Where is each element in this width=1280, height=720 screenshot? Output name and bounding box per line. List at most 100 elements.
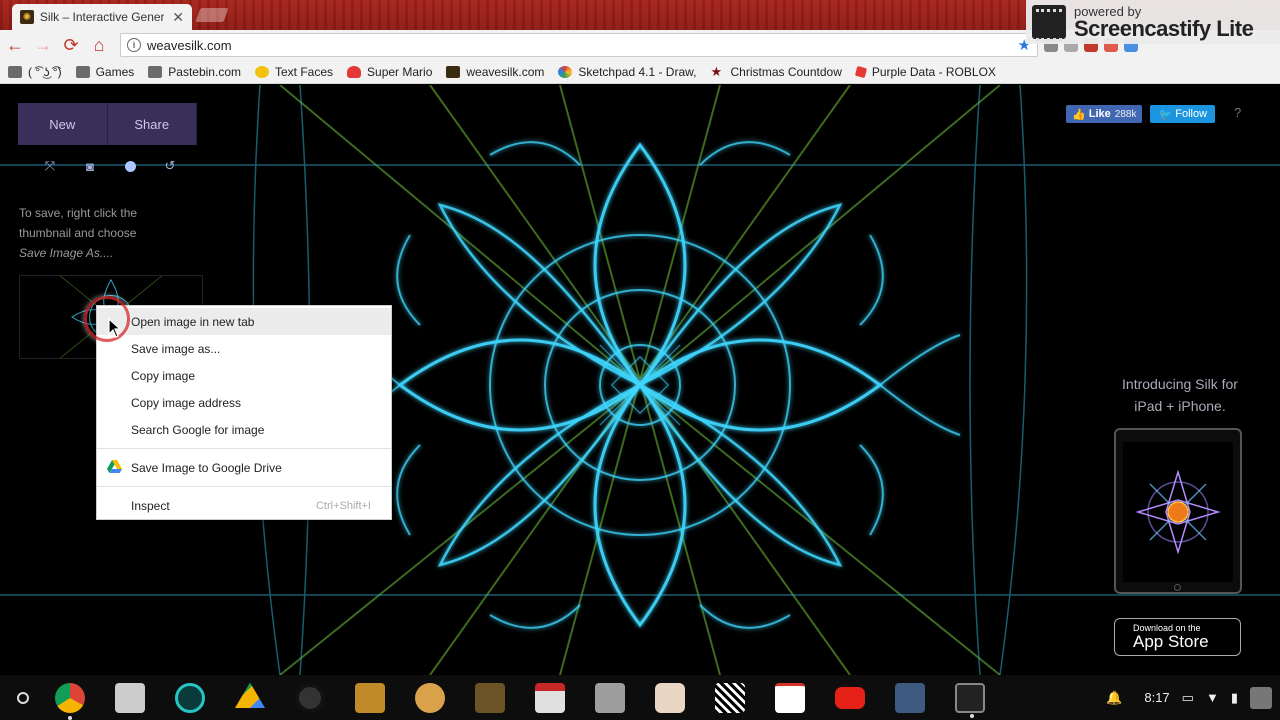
new-tab-button[interactable] [195, 8, 229, 22]
menu-item-inspect[interactable]: Inspect Ctrl+Shift+I [97, 492, 391, 519]
menu-item-copy-image-address[interactable]: Copy image address [97, 389, 391, 416]
url-text[interactable]: weavesilk.com [147, 38, 1018, 53]
chromeos-shelf: 🔔 8:17 ▭ ▼ ▮ [0, 675, 1280, 720]
new-button[interactable]: New [18, 103, 108, 145]
gift-icon[interactable] [535, 682, 565, 713]
bookmark-label: Pastebin.com [168, 64, 241, 79]
site-info-icon[interactable]: i [127, 38, 141, 52]
undo-icon[interactable]: ↺ [150, 157, 190, 175]
menu-item-save-to-google-drive[interactable]: Save Image to Google Drive [97, 454, 391, 481]
bookmark-label: ( ͡° ͜ʖ ͡°) [28, 64, 62, 79]
fullscreen-icon[interactable]: ⤧ [30, 157, 70, 175]
film-icon [1032, 5, 1066, 41]
camera-icon[interactable]: ◙ [70, 157, 110, 175]
folder-icon [148, 65, 163, 78]
app-store-badge[interactable]: Download on the App Store [1114, 618, 1241, 656]
bookmark-item[interactable]: Pastebin.com [148, 65, 241, 79]
notification-bell-icon[interactable]: 🔔 [1106, 690, 1122, 706]
promo-line: iPad + iPhone. [1134, 398, 1226, 414]
promo-line: Introducing Silk for [1122, 376, 1238, 392]
drive-icon[interactable] [235, 682, 265, 708]
folder-icon [8, 65, 22, 78]
screen-share-icon: ▭ [1181, 689, 1194, 705]
save-instructions-line: To save, right click the [19, 206, 138, 220]
gmail-icon[interactable] [775, 682, 805, 713]
wifi-icon: ▼ [1205, 690, 1219, 705]
chest-icon[interactable] [355, 682, 385, 713]
bookmark-label: Purple Data - ROBLOX [871, 64, 996, 79]
home-icon[interactable]: ⌂ [86, 32, 112, 58]
youtube-icon[interactable] [835, 686, 865, 709]
face-icon[interactable] [655, 682, 685, 713]
screencastify-watermark: powered by Screencastify Lite [1026, 0, 1280, 44]
twitter-follow-button[interactable]: 🐦 Follow [1150, 105, 1216, 123]
forward-arrow-icon[interactable]: → [30, 32, 56, 58]
ipad-screen-art [1123, 442, 1233, 582]
settings-icon[interactable] [175, 682, 205, 713]
back-arrow-icon[interactable]: ← [2, 32, 28, 58]
scarecrow-icon[interactable] [475, 682, 505, 713]
silk-icon [446, 65, 461, 78]
music-icon[interactable] [295, 682, 325, 713]
bookmark-item[interactable]: Purple Data - ROBLOX [854, 64, 996, 79]
folder-icon [75, 65, 90, 78]
reload-icon[interactable]: ⟳ [58, 32, 84, 58]
facebook-like-button[interactable]: 👍 Like 288k [1066, 105, 1143, 123]
menu-item-shortcut: Ctrl+Shift+I [315, 499, 371, 512]
click-highlight-ring [84, 296, 130, 342]
doge-icon[interactable] [415, 682, 445, 713]
avatar[interactable] [1250, 686, 1272, 709]
address-bar[interactable]: i weavesilk.com ★ [120, 33, 1038, 57]
bookmark-item[interactable]: Games [75, 64, 135, 79]
film-icon[interactable] [955, 682, 985, 718]
bookmark-item[interactable]: ( ͡° ͜ʖ ͡°) [8, 65, 62, 79]
store-icon[interactable] [115, 682, 145, 713]
menu-item-copy-image[interactable]: Copy image [97, 362, 391, 389]
bookmark-label: Super Mario [367, 64, 433, 79]
ipad-home-button [1174, 584, 1181, 591]
save-instructions-line: Save Image As.... [19, 246, 114, 260]
fb-like-count: 288k [1114, 108, 1137, 120]
system-tray[interactable]: 🔔 8:17 ▭ ▼ ▮ [1094, 675, 1272, 720]
google-drive-icon [107, 460, 122, 473]
launcher-icon[interactable] [17, 691, 29, 704]
qr-icon[interactable] [715, 682, 745, 713]
star-icon: ★ [710, 63, 723, 79]
smiley-icon [254, 65, 269, 78]
chrome-icon[interactable] [55, 682, 85, 720]
tab-close-icon[interactable]: ✕ [172, 9, 184, 26]
tab-title: Silk – Interactive Genera [39, 10, 165, 24]
bookmark-label: Sketchpad 4.1 - Draw, [578, 64, 697, 79]
bookmark-item[interactable]: Super Mario [347, 65, 432, 79]
bookmark-item[interactable]: Sketchpad 4.1 - Draw, [558, 65, 696, 79]
help-icon[interactable]: ? [1234, 105, 1241, 120]
clock[interactable]: 8:17 [1144, 690, 1169, 705]
silk-favicon-icon: ✺ [20, 10, 34, 24]
tw-follow-label: Follow [1175, 108, 1208, 120]
fb-like-label: Like [1088, 108, 1111, 120]
silk-button-bar: New Share [18, 103, 197, 145]
save-instructions: To save, right click the thumbnail and c… [19, 203, 179, 263]
bookmark-label: Text Faces [274, 64, 334, 79]
bookmark-label: weavesilk.com [466, 64, 545, 79]
silk-tools: ⤧ ◙ ↺ [30, 157, 190, 175]
menu-item-open-image-new-tab[interactable]: Open image in new tab [97, 308, 391, 335]
menu-item-search-google-for-image[interactable]: Search Google for image [97, 416, 391, 443]
tetris-icon[interactable] [595, 682, 625, 713]
bookmark-item[interactable]: Text Faces [254, 64, 334, 79]
menu-item-save-image-as[interactable]: Save image as... [97, 335, 391, 362]
save-instructions-line: thumbnail and choose [19, 226, 137, 240]
bookmark-label: Games [95, 64, 135, 79]
social-buttons: 👍 Like 288k 🐦 Follow [1066, 105, 1216, 123]
bookmark-label: Christmas Countdow [730, 64, 842, 79]
appstore-line2: App Store [1133, 632, 1209, 651]
bookmarks-bar: ( ͡° ͜ʖ ͡°) Games Pastebin.com Text Face… [0, 60, 1280, 84]
share-button[interactable]: Share [107, 103, 197, 145]
bookmark-item[interactable]: ★ Christmas Countdow [710, 65, 841, 79]
bookmark-item[interactable]: weavesilk.com [446, 65, 544, 79]
menu-item-label: Save Image to Google Drive [131, 460, 282, 475]
calculator-icon[interactable] [895, 682, 925, 713]
color-dot-icon[interactable] [110, 157, 150, 175]
ipad-image[interactable] [1114, 428, 1242, 594]
browser-tab[interactable]: ✺ Silk – Interactive Genera ✕ [12, 4, 192, 30]
